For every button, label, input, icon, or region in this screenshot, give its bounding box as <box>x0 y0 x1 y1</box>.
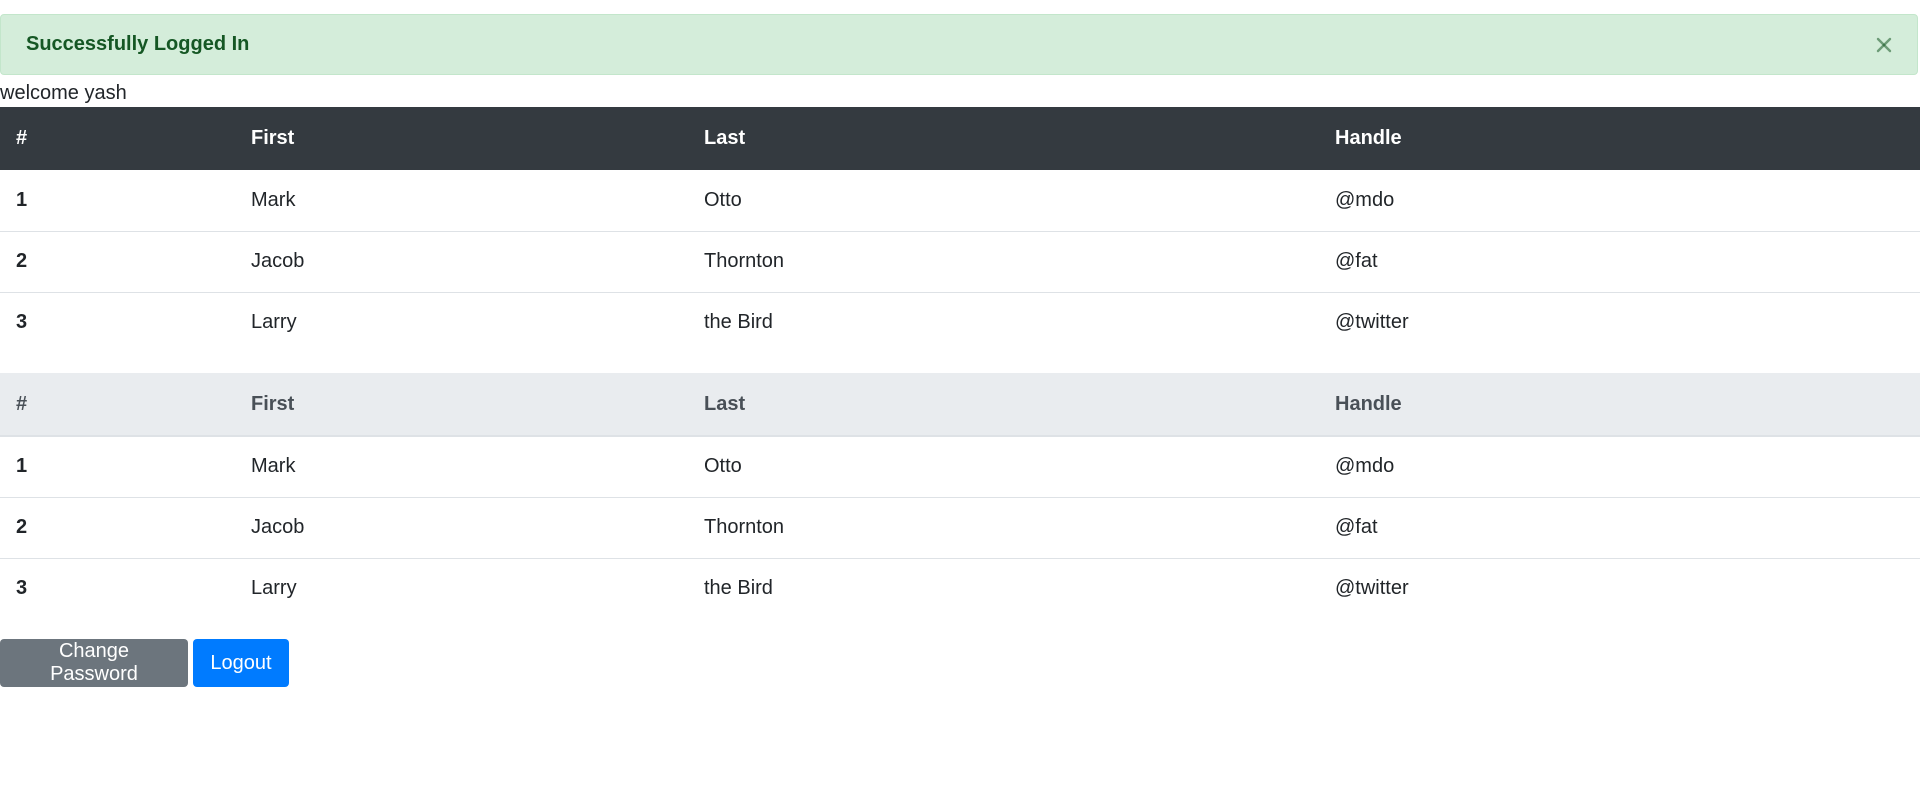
cell-last: Otto <box>704 188 742 211</box>
row-number: 3 <box>0 291 235 353</box>
cell-last: the Bird <box>688 291 1319 353</box>
cell-last: Thornton <box>688 230 1319 292</box>
column-header-last: Last <box>688 373 1319 437</box>
cell-handle: @fat <box>1319 496 1920 558</box>
cell-last: Otto <box>704 455 742 478</box>
row-number: 2 <box>0 496 235 558</box>
users-table-dark: # First Last Handle 1 Mark Otto @mdo 2 J… <box>0 107 1920 353</box>
column-header-first: First <box>235 373 688 437</box>
welcome-text: welcome yash <box>0 82 127 104</box>
cell-first: Jacob <box>235 496 688 558</box>
column-header-handle: Handle <box>1319 107 1920 170</box>
column-header-first: First <box>235 107 688 170</box>
logout-button[interactable]: Logout <box>193 639 289 687</box>
column-header-number: # <box>0 107 235 170</box>
alert-message: Successfully Logged In <box>26 33 250 55</box>
table-header-row: # First Last Handle <box>0 107 1920 170</box>
table-row: 3 Larry the Bird @twitter <box>0 291 1920 353</box>
cell-handle: @mdo <box>1335 455 1395 478</box>
column-header-last: Last <box>688 107 1319 170</box>
close-icon[interactable] <box>1873 34 1895 56</box>
table-row: 2 Jacob Thornton @fat <box>0 230 1920 292</box>
table-header-row: # First Last Handle <box>0 373 1920 437</box>
table-row: 3 Larry the Bird @twitter <box>0 557 1920 619</box>
users-table-light: # First Last Handle 1 Mark Otto @mdo 2 J… <box>0 373 1920 619</box>
row-number: 1 <box>16 455 28 478</box>
cell-last: the Bird <box>688 557 1319 619</box>
row-number: 3 <box>0 557 235 619</box>
cell-first: Larry <box>235 291 688 353</box>
row-number: 2 <box>0 230 235 292</box>
column-header-number: # <box>0 373 235 437</box>
cell-handle: @twitter <box>1319 291 1920 353</box>
table-row: 2 Jacob Thornton @fat <box>0 496 1920 558</box>
cell-first: Mark <box>251 455 296 478</box>
cell-first: Larry <box>235 557 688 619</box>
cell-handle: @mdo <box>1335 188 1395 211</box>
cell-first: Jacob <box>235 230 688 292</box>
column-header-handle: Handle <box>1319 373 1920 437</box>
success-alert: Successfully Logged In <box>0 14 1918 75</box>
cell-handle: @twitter <box>1319 557 1920 619</box>
cell-first: Mark <box>251 188 296 211</box>
row-number: 1 <box>16 188 28 211</box>
table-row: 1 Mark Otto @mdo <box>0 170 1920 231</box>
table-row: 1 Mark Otto @mdo <box>0 436 1920 497</box>
cell-last: Thornton <box>688 496 1319 558</box>
change-password-button[interactable]: Change Password <box>0 639 188 687</box>
cell-handle: @fat <box>1319 230 1920 292</box>
